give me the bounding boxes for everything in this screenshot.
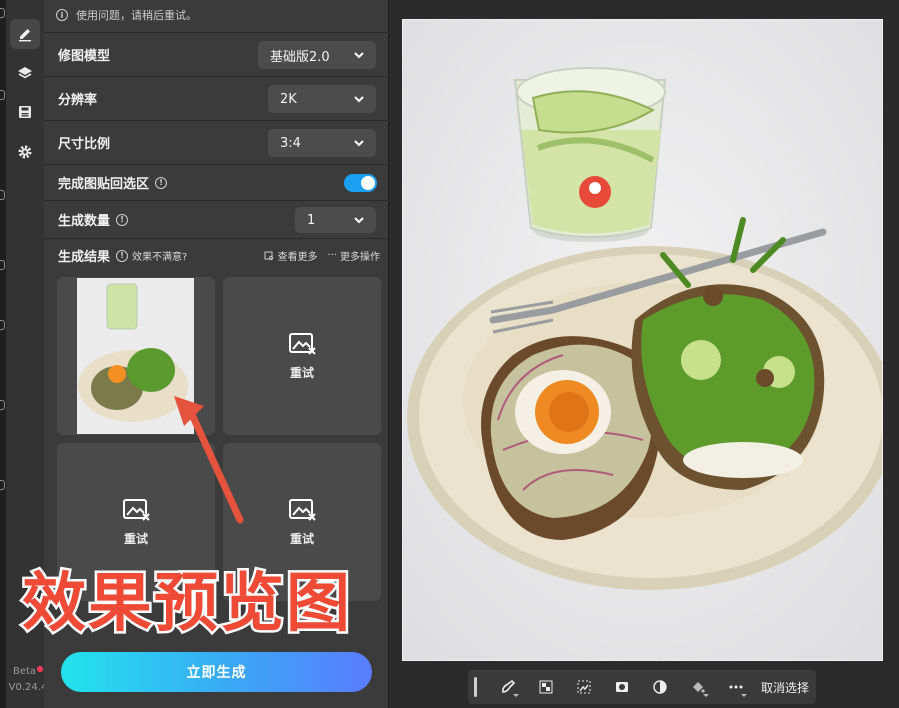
count-value: 1 — [307, 212, 316, 228]
retry-label: 重试 — [289, 365, 314, 380]
generate-button[interactable]: 立即生成 — [61, 652, 372, 692]
info-icon[interactable]: ! — [155, 176, 168, 189]
more-actions-button[interactable]: ··· 更多操作 — [327, 248, 380, 263]
retry-label: 重试 — [123, 531, 148, 546]
invert-icon[interactable] — [641, 670, 679, 704]
results-header: 生成结果 ! 效果不满意? 查看更多 ··· 更多操作 — [58, 246, 380, 265]
aspect-label: 尺寸比例 — [58, 137, 111, 152]
feedback-link[interactable]: 效果不满意? — [132, 248, 187, 263]
beta-dot — [37, 666, 44, 672]
chevron-down-icon — [354, 52, 364, 59]
brush-icon[interactable] — [10, 19, 40, 49]
aspect-value: 3:4 — [280, 135, 301, 151]
info-icon: i — [56, 9, 68, 21]
gear-icon[interactable] — [10, 137, 40, 167]
count-row: 生成数量 ! 1 — [44, 200, 389, 238]
notice-bar: i 使用问题，请稍后重试。 — [56, 0, 197, 30]
view-more-button[interactable]: 查看更多 — [264, 248, 317, 263]
toolbar-grip[interactable] — [474, 677, 477, 697]
fill-icon[interactable] — [679, 670, 717, 704]
layers-icon[interactable] — [10, 58, 40, 88]
resolution-row: 分辨率 2K — [44, 76, 389, 120]
paste-back-toggle[interactable] — [344, 174, 377, 192]
results-title: 生成结果 — [58, 250, 111, 265]
resolution-label: 分辨率 — [58, 93, 98, 108]
canvas-toolbar: 取消选择 — [468, 670, 816, 704]
chevron-down-icon — [354, 140, 364, 147]
paste-back-label: 完成图贴回选区 — [58, 177, 150, 192]
resolution-select[interactable]: 2K — [268, 85, 376, 113]
ellipsis-icon: ··· — [327, 250, 337, 261]
aspect-row: 尺寸比例 3:4 — [44, 120, 389, 164]
model-select[interactable]: 基础版2.0 — [258, 41, 376, 69]
food-photo — [403, 20, 882, 660]
image-canvas[interactable] — [402, 19, 883, 661]
model-value: 基础版2.0 — [270, 49, 330, 65]
mask-icon[interactable] — [603, 670, 641, 704]
save-icon[interactable] — [10, 97, 40, 127]
resolution-value: 2K — [280, 91, 297, 107]
annotation-arrow — [174, 396, 244, 524]
image-error-icon — [289, 498, 316, 521]
chevron-down-icon — [354, 96, 364, 103]
overlay-caption: 效果预览图 — [20, 567, 353, 641]
count-select[interactable]: 1 — [295, 207, 376, 233]
info-icon[interactable]: ! — [116, 213, 129, 226]
select-subject-icon[interactable] — [565, 670, 603, 704]
divider — [44, 238, 389, 239]
image-error-icon — [123, 498, 150, 521]
notice-text: 使用问题，请稍后重试。 — [76, 9, 197, 22]
model-row: 修图模型 基础版2.0 — [44, 32, 389, 76]
image-search-icon — [264, 251, 274, 260]
checker-select-icon[interactable] — [527, 670, 565, 704]
deselect-button[interactable]: 取消选择 — [761, 679, 809, 696]
info-icon: ! — [116, 249, 129, 262]
aspect-select[interactable]: 3:4 — [268, 129, 376, 157]
model-label: 修图模型 — [58, 49, 111, 64]
image-error-icon — [289, 332, 316, 355]
lasso-brush-icon[interactable] — [489, 670, 527, 704]
chevron-down-icon — [354, 217, 364, 224]
retry-label: 重试 — [289, 531, 314, 546]
more-icon[interactable] — [717, 670, 755, 704]
count-label: 生成数量 — [58, 214, 111, 229]
paste-back-row: 完成图贴回选区 ! — [44, 164, 389, 200]
